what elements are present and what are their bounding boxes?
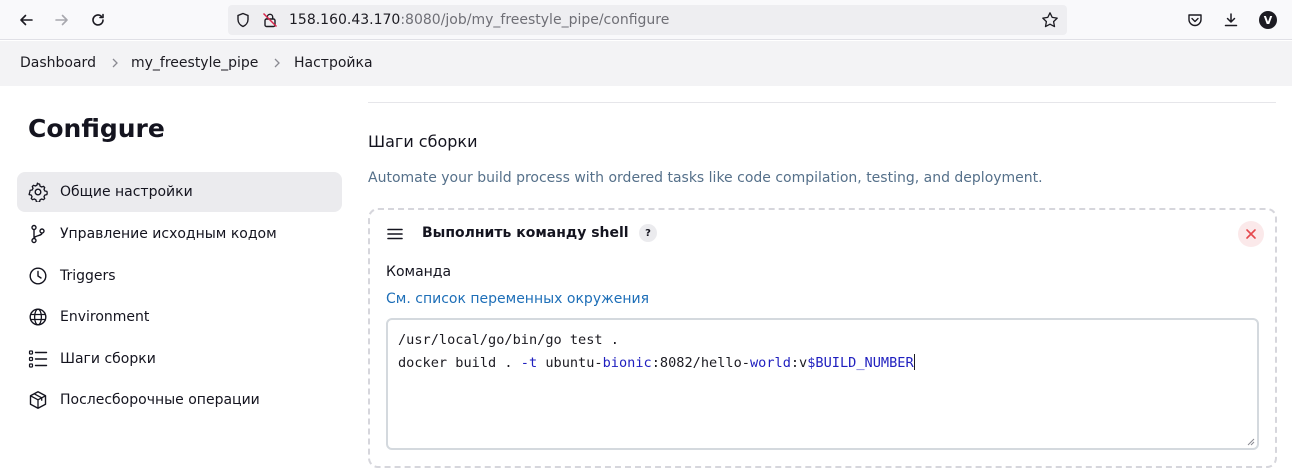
env-vars-hint: См. список переменных окружения	[386, 290, 649, 308]
back-arrow-icon	[20, 14, 33, 26]
help-button[interactable]: ?	[639, 224, 657, 242]
delete-step-button[interactable]	[1238, 221, 1264, 247]
sidebar-item-post-build[interactable]: Послесборочные операции	[17, 380, 342, 420]
section-title: Шаги сборки	[368, 132, 478, 151]
reload-icon	[92, 13, 104, 26]
chevron-right-icon	[112, 58, 118, 68]
code-token: :8082/hello-	[651, 355, 750, 371]
code-token: ubuntu-	[537, 355, 603, 371]
resize-handle-icon[interactable]	[1246, 437, 1255, 446]
breadcrumb-job[interactable]: my_freestyle_pipe	[131, 55, 258, 72]
sidebar-item-scm[interactable]: Управление исходным кодом	[17, 214, 342, 254]
section-description: Automate your build process with ordered…	[368, 170, 1043, 186]
code-token: $BUILD_NUMBER	[807, 355, 914, 371]
breadcrumb-dashboard[interactable]: Dashboard	[20, 55, 96, 72]
build-step-card: Выполнить команду shell ? Команда См. сп…	[368, 208, 1277, 468]
url-text[interactable]: 158.160.43.170:8080/job/my_freestyle_pip…	[289, 11, 669, 29]
code-token: world	[749, 355, 791, 371]
sidebar-item-triggers[interactable]: Triggers	[17, 256, 342, 296]
page-title: Configure	[28, 114, 165, 143]
env-vars-link[interactable]: список переменных окружения	[415, 291, 649, 307]
code-token: docker build .	[398, 355, 521, 371]
shield-icon[interactable]	[235, 12, 251, 28]
code-token: :v	[790, 355, 808, 371]
sidebar-item-label: Triggers	[60, 268, 116, 284]
clock-icon	[29, 267, 47, 285]
sidebar-item-general[interactable]: Общие настройки	[17, 172, 342, 212]
forward-button[interactable]	[48, 6, 76, 34]
breadcrumb-configure[interactable]: Настройка	[294, 55, 373, 72]
package-icon	[29, 391, 47, 409]
step-title: Выполнить команду shell	[422, 225, 629, 241]
account-avatar[interactable]: V	[1259, 11, 1277, 29]
pocket-button[interactable]	[1181, 6, 1209, 34]
sidebar-item-label: Environment	[60, 309, 150, 325]
sidebar-item-environment[interactable]: Environment	[17, 297, 342, 337]
address-bar[interactable]: 158.160.43.170:8080/job/my_freestyle_pip…	[228, 5, 1067, 35]
back-button[interactable]	[12, 6, 40, 34]
close-icon	[1246, 229, 1256, 239]
sidebar-item-label: Общие настройки	[60, 184, 193, 200]
env-prefix: См.	[386, 291, 411, 307]
bookmark-star-icon[interactable]	[1041, 11, 1059, 29]
branch-icon	[31, 224, 45, 244]
list-icon	[28, 350, 48, 368]
pocket-icon	[1188, 14, 1202, 27]
sidebar-item-build-steps[interactable]: Шаги сборки	[17, 339, 342, 379]
url-path: :8080/job/my_freestyle_pipe/configure	[400, 12, 670, 28]
downloads-button[interactable]	[1217, 6, 1245, 34]
command-textarea[interactable]: /usr/local/go/bin/go test . docker build …	[386, 318, 1259, 450]
chevron-right-icon	[274, 58, 280, 68]
sidebar-item-label: Послесборочные операции	[60, 392, 260, 408]
section-divider	[368, 102, 1276, 103]
browser-toolbar: 158.160.43.170:8080/job/my_freestyle_pip…	[0, 0, 1292, 40]
globe-icon	[29, 308, 47, 326]
sidebar-item-label: Управление исходным кодом	[60, 226, 277, 242]
code-token: -t	[520, 355, 538, 371]
url-host: 158.160.43.170	[289, 12, 401, 28]
forward-arrow-icon	[55, 14, 68, 26]
insecure-lock-icon[interactable]	[262, 12, 278, 28]
command-label: Команда	[386, 264, 452, 280]
code-token: bionic	[602, 355, 652, 371]
breadcrumb: Dashboard my_freestyle_pipe Настройка	[0, 41, 1292, 86]
download-icon	[1224, 13, 1238, 27]
reload-button[interactable]	[84, 6, 112, 34]
drag-handle-icon[interactable]	[386, 227, 404, 241]
command-line-2: docker build . -t ubuntu-bionic:8082/hel…	[398, 352, 1247, 375]
gear-icon	[28, 182, 48, 202]
text-caret	[913, 354, 915, 370]
sidebar-item-label: Шаги сборки	[60, 351, 156, 367]
command-line-1: /usr/local/go/bin/go test .	[398, 332, 619, 348]
